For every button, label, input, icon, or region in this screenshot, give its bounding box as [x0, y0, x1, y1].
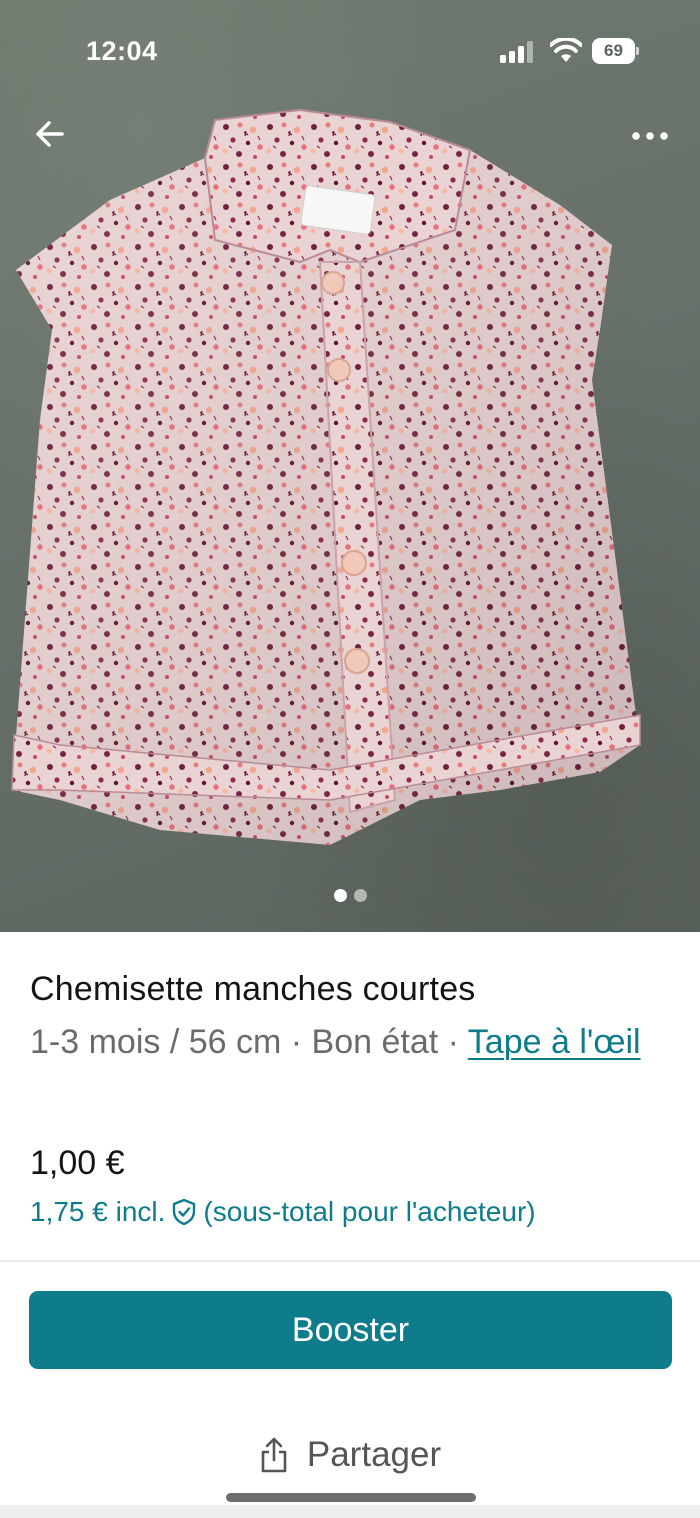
buyer-protection-shield-icon[interactable]	[171, 1198, 197, 1226]
item-title: Chemisette manches courtes	[30, 970, 476, 1008]
signal-icon	[500, 41, 533, 63]
status-bar: 12:04 69	[0, 0, 700, 100]
product-photo[interactable]: 12:04 69	[0, 0, 700, 932]
garment-image	[11, 108, 641, 845]
gallery-pagination	[0, 889, 700, 902]
item-meta: 1-3 mois / 56 cm · Bon état · Tape à l'œ…	[30, 1016, 670, 1068]
meta-separator: ·	[438, 1023, 468, 1061]
battery-icon: 69	[592, 38, 640, 64]
gallery-dot-active[interactable]	[333, 889, 347, 902]
bottom-strip	[0, 1505, 700, 1518]
item-details: Chemisette manches courtes 1-3 mois / 56…	[0, 932, 700, 1260]
booster-button[interactable]: Booster	[29, 1291, 672, 1369]
buyer-price-row[interactable]: 1,75 € incl. (sous-total pour l'acheteur…	[30, 1196, 536, 1228]
back-arrow-icon[interactable]	[30, 114, 70, 154]
share-label: Partager	[306, 1435, 442, 1474]
more-options-icon[interactable]	[626, 118, 674, 154]
home-indicator[interactable]	[226, 1493, 476, 1502]
buyer-price-note: (sous-total pour l'acheteur)	[203, 1196, 536, 1227]
share-icon	[261, 1437, 287, 1473]
meta-separator: ·	[281, 1023, 312, 1061]
item-condition: Bon état	[311, 1023, 439, 1061]
status-time: 12:04	[86, 36, 158, 66]
divider	[0, 1260, 700, 1262]
battery-level: 69	[592, 38, 635, 64]
buyer-price: 1,75 € incl.	[30, 1196, 166, 1227]
item-size: 1-3 mois / 56 cm	[30, 1023, 282, 1061]
item-price: 1,00 €	[30, 1144, 125, 1182]
wifi-icon	[550, 38, 582, 62]
gallery-dot[interactable]	[353, 889, 367, 902]
brand-link[interactable]: Tape à l'œil	[468, 1023, 641, 1061]
battery-cap	[636, 47, 639, 55]
share-button[interactable]: Partager	[0, 1420, 700, 1490]
